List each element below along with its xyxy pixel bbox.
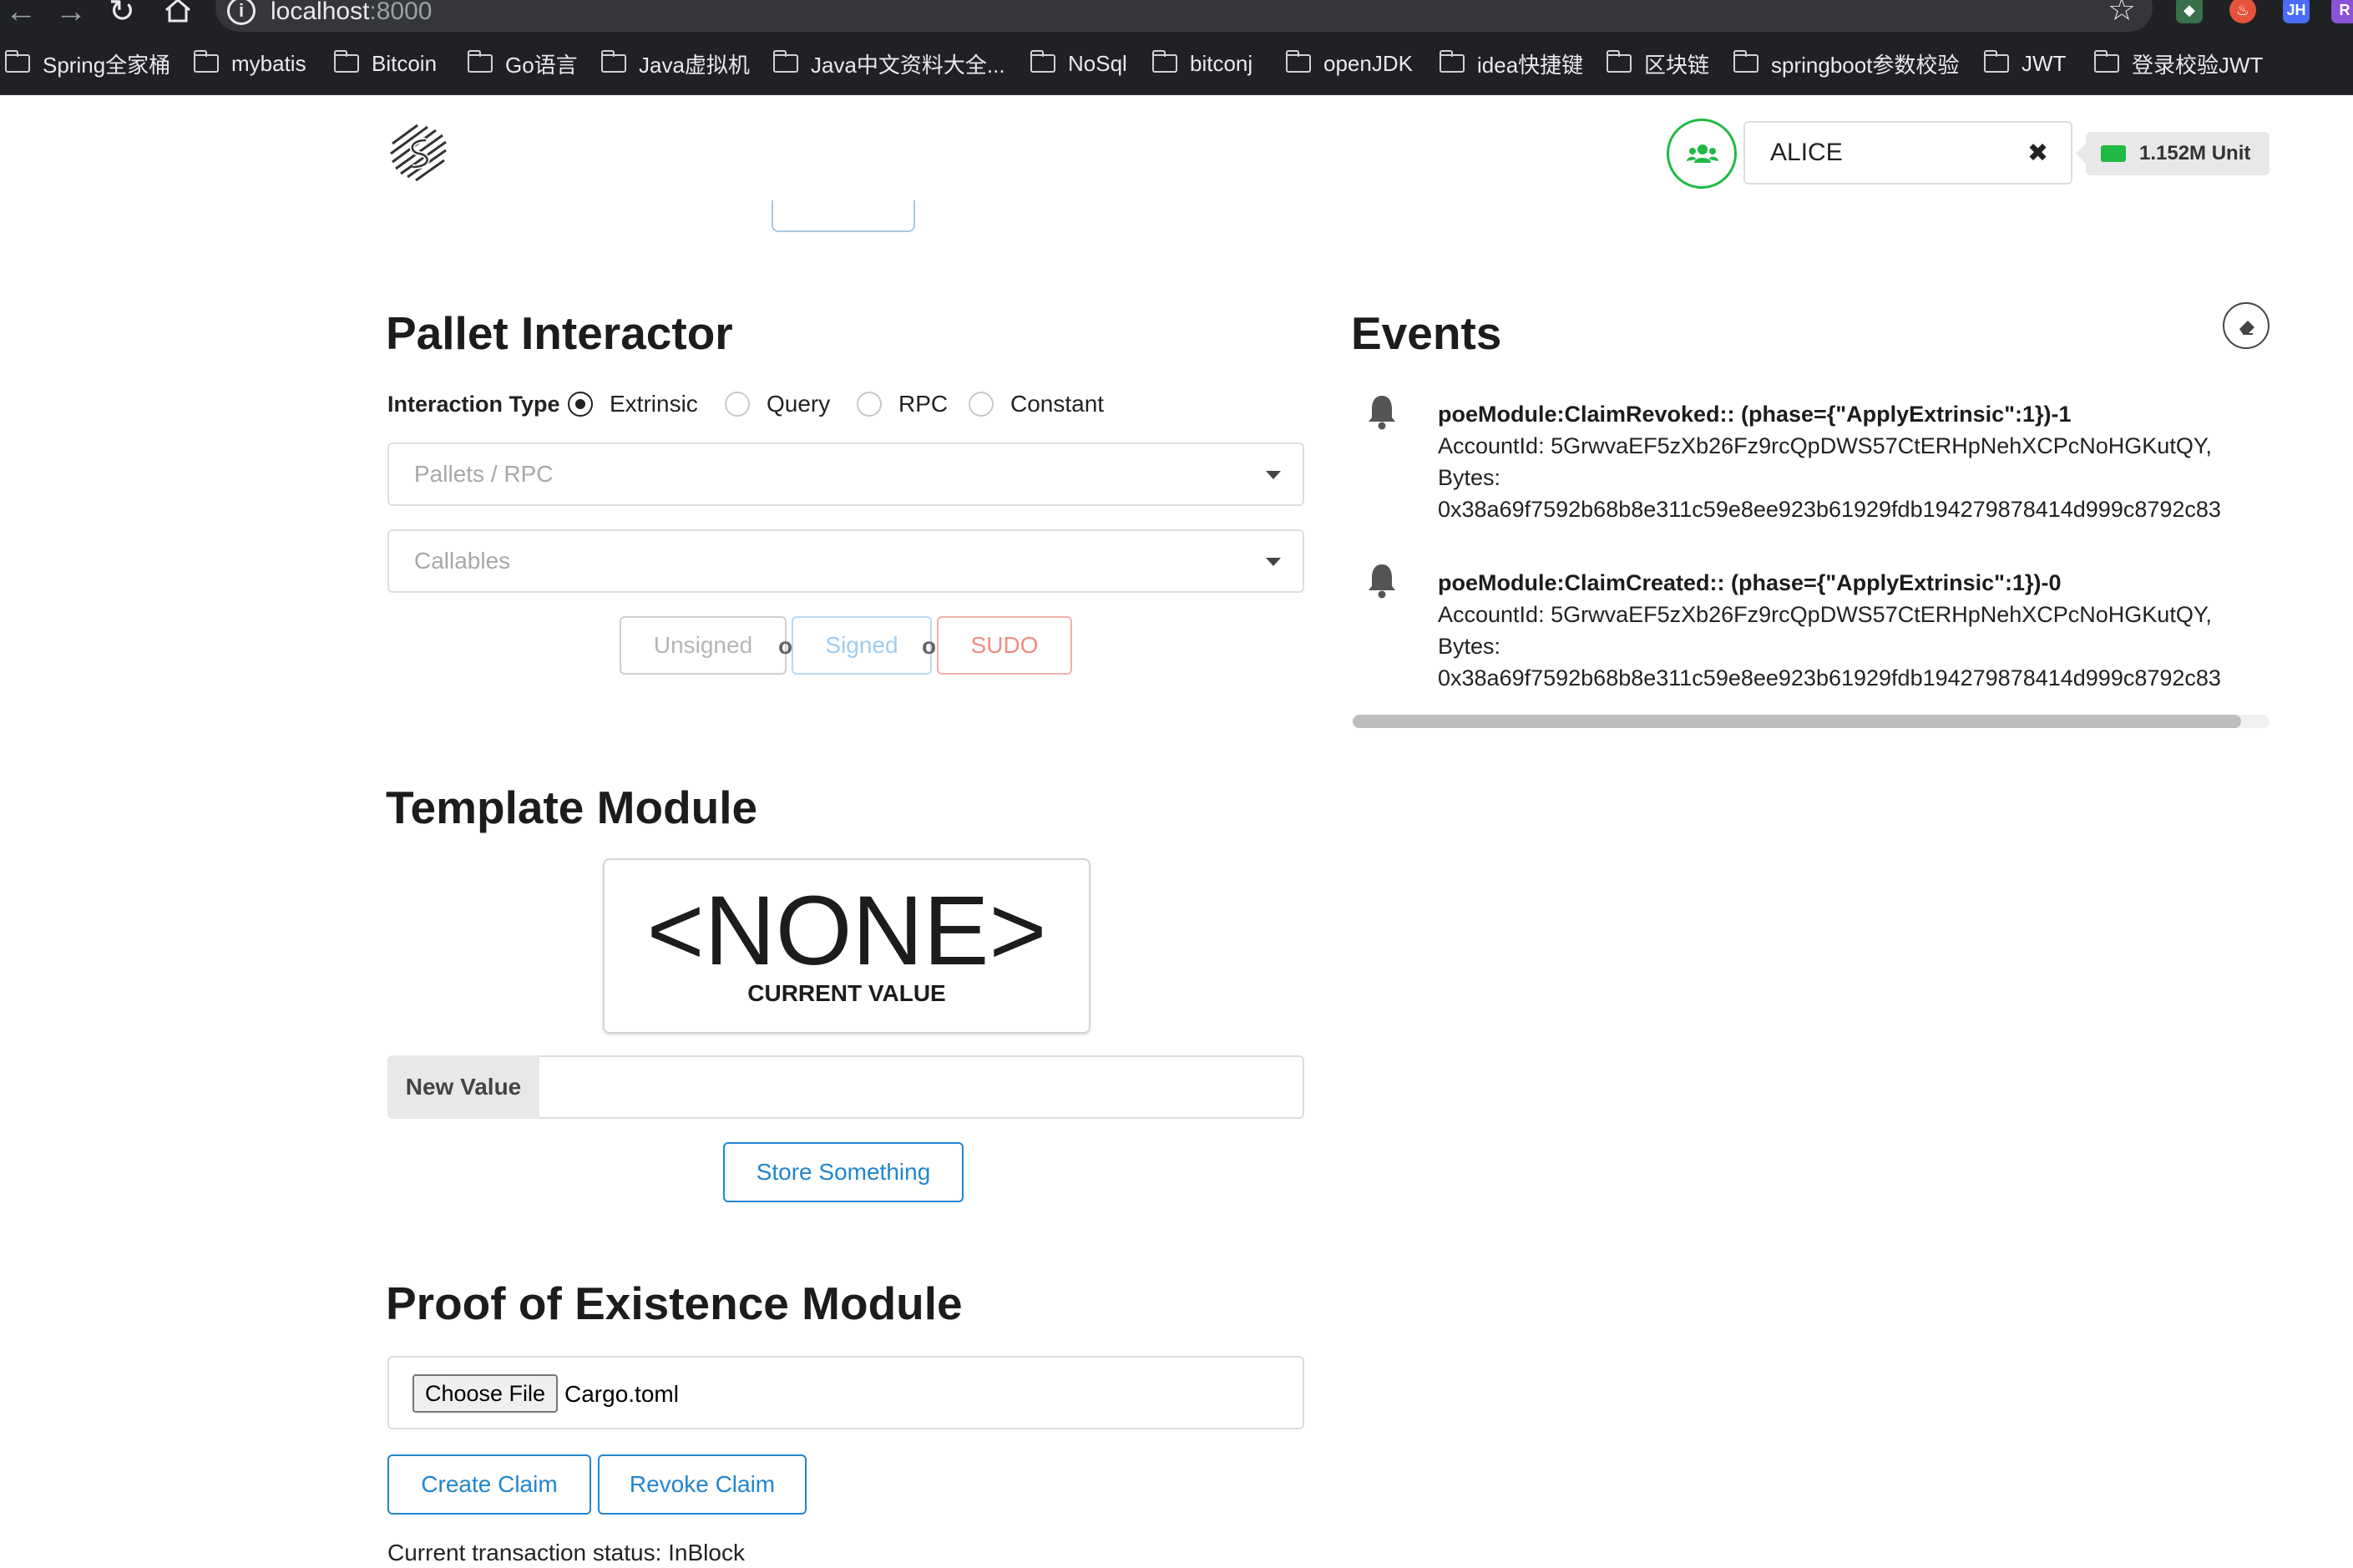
- bell-icon: [1366, 561, 1398, 599]
- home-icon[interactable]: [164, 0, 192, 28]
- folder-icon: [1733, 50, 1758, 73]
- pallets-placeholder: Pallets / RPC: [414, 461, 554, 487]
- caret-down-icon: [1266, 471, 1281, 479]
- bookmark-folder[interactable]: idea快捷键: [1439, 47, 1583, 80]
- url-text[interactable]: localhost:8000: [271, 0, 432, 28]
- signed-button[interactable]: Signed: [792, 616, 932, 675]
- poe-module-title: Proof of Existence Module: [386, 1277, 963, 1329]
- sudo-button[interactable]: SUDO: [937, 616, 1072, 675]
- bookmark-folder[interactable]: 登录校验JWT: [2093, 47, 2263, 80]
- callables-dropdown[interactable]: [387, 529, 1304, 593]
- transaction-status: Current transaction status: InBlock: [387, 1540, 745, 1565]
- current-value-label: CURRENT VALUE: [747, 980, 946, 1006]
- events-title: Events: [1351, 307, 1502, 359]
- event-title: poeModule:ClaimCreated:: (phase={"ApplyE…: [1438, 570, 2062, 595]
- bookmark-folder[interactable]: openJDK: [1285, 47, 1413, 80]
- bookmark-folder[interactable]: Spring全家桶: [4, 47, 170, 80]
- folder-icon: [4, 50, 30, 73]
- substrate-logo: [384, 119, 453, 187]
- template-module-title: Template Module: [386, 781, 758, 833]
- bookmark-folder[interactable]: Bitcoin: [333, 47, 437, 80]
- caret-down-icon: [1266, 558, 1281, 566]
- callables-placeholder: Callables: [414, 548, 511, 574]
- bookmark-folder[interactable]: 区块链: [1606, 47, 1709, 80]
- folder-icon: [333, 50, 359, 73]
- bookmark-folder[interactable]: Java虚拟机: [600, 47, 750, 80]
- folder-icon: [467, 50, 493, 73]
- address-bar[interactable]: [215, 0, 2153, 32]
- store-something-button[interactable]: Store Something: [723, 1142, 964, 1202]
- extension-shield-icon[interactable]: ◆: [2176, 0, 2203, 23]
- bookmark-folder[interactable]: Java中文资料大全...: [772, 47, 1005, 80]
- pallet-interactor-title: Pallet Interactor: [386, 307, 733, 359]
- bookmark-folder[interactable]: springboot参数校验: [1733, 47, 1959, 80]
- forward-arrow-icon[interactable]: →: [55, 0, 87, 28]
- folder-icon: [600, 50, 626, 73]
- event-account: AccountId: 5GrwvaEF5zXb26Fz9rcQpDWS57CtE…: [1438, 433, 2212, 458]
- event-bytes: 0x38a69f7592b68b8e311c59e8ee923b61929fdb…: [1438, 665, 2221, 690]
- folder-icon: [772, 50, 798, 73]
- reload-icon[interactable]: ↻: [109, 0, 135, 28]
- bookmark-folder[interactable]: bitconj: [1151, 47, 1252, 80]
- bookmark-folder[interactable]: NoSql: [1030, 47, 1127, 80]
- current-value: <NONE>: [646, 876, 1047, 986]
- folder-icon: [1606, 50, 1632, 73]
- radio-extrinsic[interactable]: Extrinsic: [568, 387, 698, 421]
- bookmark-folder[interactable]: mybatis: [193, 47, 306, 80]
- event-bytes-label: Bytes:: [1438, 465, 1501, 490]
- clear-icon[interactable]: ✖: [2027, 137, 2048, 170]
- balance-value: 1.152M Unit: [2139, 142, 2251, 164]
- revoke-claim-button[interactable]: Revoke Claim: [598, 1454, 807, 1515]
- choose-file-button[interactable]: Choose File: [412, 1374, 558, 1413]
- event-title: poeModule:ClaimRevoked:: (phase={"ApplyE…: [1438, 402, 2072, 427]
- money-icon: [2101, 145, 2126, 162]
- file-name: Cargo.toml: [564, 1381, 679, 1407]
- event-account: AccountId: 5GrwvaEF5zXb26Fz9rcQpDWS57CtE…: [1438, 602, 2212, 627]
- folder-icon: [193, 50, 219, 73]
- new-value-label: New Value: [387, 1055, 539, 1119]
- new-value-input[interactable]: [541, 1059, 1299, 1115]
- folder-icon: [1285, 50, 1311, 73]
- clipped-button[interactable]: [772, 200, 915, 232]
- users-icon: [1687, 144, 1718, 163]
- copy-account-button[interactable]: [1667, 119, 1737, 189]
- event-bytes: 0x38a69f7592b68b8e311c59e8ee923b61929fdb…: [1438, 497, 2221, 522]
- bookmark-star-icon[interactable]: ☆: [2108, 0, 2136, 27]
- eraser-icon: [2239, 321, 2254, 335]
- extension-jh-icon[interactable]: JH: [2283, 0, 2310, 23]
- radio-constant[interactable]: Constant: [969, 387, 1104, 421]
- clear-events-button[interactable]: [2223, 302, 2270, 349]
- radio-query[interactable]: Query: [725, 387, 830, 421]
- bookmark-folder[interactable]: JWT: [1983, 47, 2066, 80]
- create-claim-button[interactable]: Create Claim: [387, 1454, 591, 1515]
- folder-icon: [1030, 50, 1055, 73]
- folder-icon: [2093, 50, 2119, 73]
- bookmark-folder[interactable]: Go语言: [467, 47, 578, 80]
- events-scrollbar-thumb[interactable]: [1353, 715, 2241, 728]
- interaction-type-label: Interaction Type: [387, 392, 560, 417]
- extension-r-icon[interactable]: R: [2331, 0, 2353, 23]
- bell-icon: [1366, 392, 1398, 431]
- folder-icon: [1983, 50, 2009, 73]
- folder-icon: [1151, 50, 1177, 73]
- back-arrow-icon[interactable]: ←: [5, 0, 37, 28]
- radio-rpc[interactable]: RPC: [857, 387, 948, 421]
- account-name: ALICE: [1770, 139, 1843, 166]
- folder-icon: [1439, 50, 1465, 73]
- unsigned-button[interactable]: Unsigned: [620, 616, 787, 675]
- event-bytes-label: Bytes:: [1438, 634, 1501, 659]
